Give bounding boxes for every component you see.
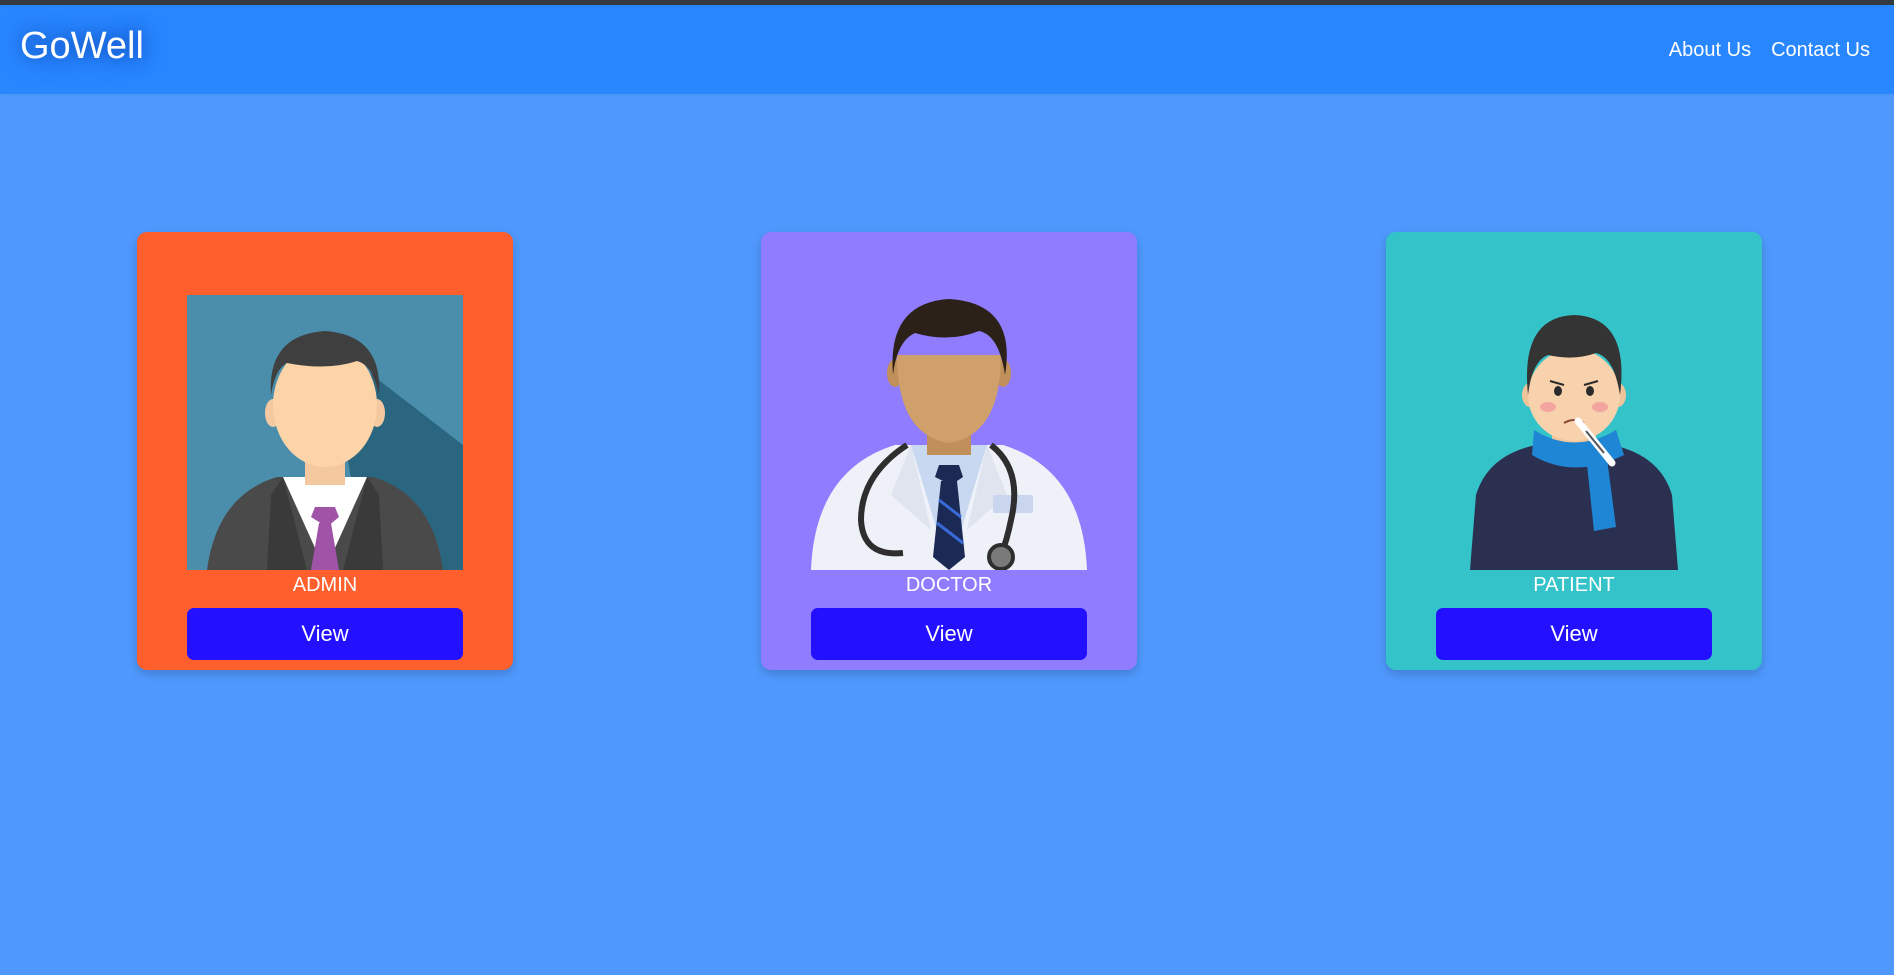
patient-card: PATIENT View (1386, 232, 1762, 670)
admin-view-button[interactable]: View (187, 608, 463, 660)
nav-links: About Us Contact Us (1669, 39, 1870, 62)
admin-avatar-icon (187, 295, 463, 570)
doctor-label: DOCTOR (905, 574, 993, 596)
patient-label: PATIENT (1533, 574, 1615, 596)
brand-logo[interactable]: GoWell (20, 25, 144, 68)
patient-avatar-icon (1436, 295, 1712, 570)
patient-view-button[interactable]: View (1436, 608, 1712, 660)
admin-card: ADMIN View (137, 232, 513, 670)
admin-label: ADMIN (292, 574, 358, 596)
doctor-view-button[interactable]: View (811, 608, 1087, 660)
nav-contact-us-link[interactable]: Contact Us (1771, 39, 1870, 62)
doctor-card: DOCTOR View (761, 232, 1137, 670)
nav-about-us-link[interactable]: About Us (1669, 39, 1751, 62)
navbar: GoWell About Us Contact Us (0, 5, 1894, 94)
doctor-avatar-icon (811, 295, 1087, 570)
